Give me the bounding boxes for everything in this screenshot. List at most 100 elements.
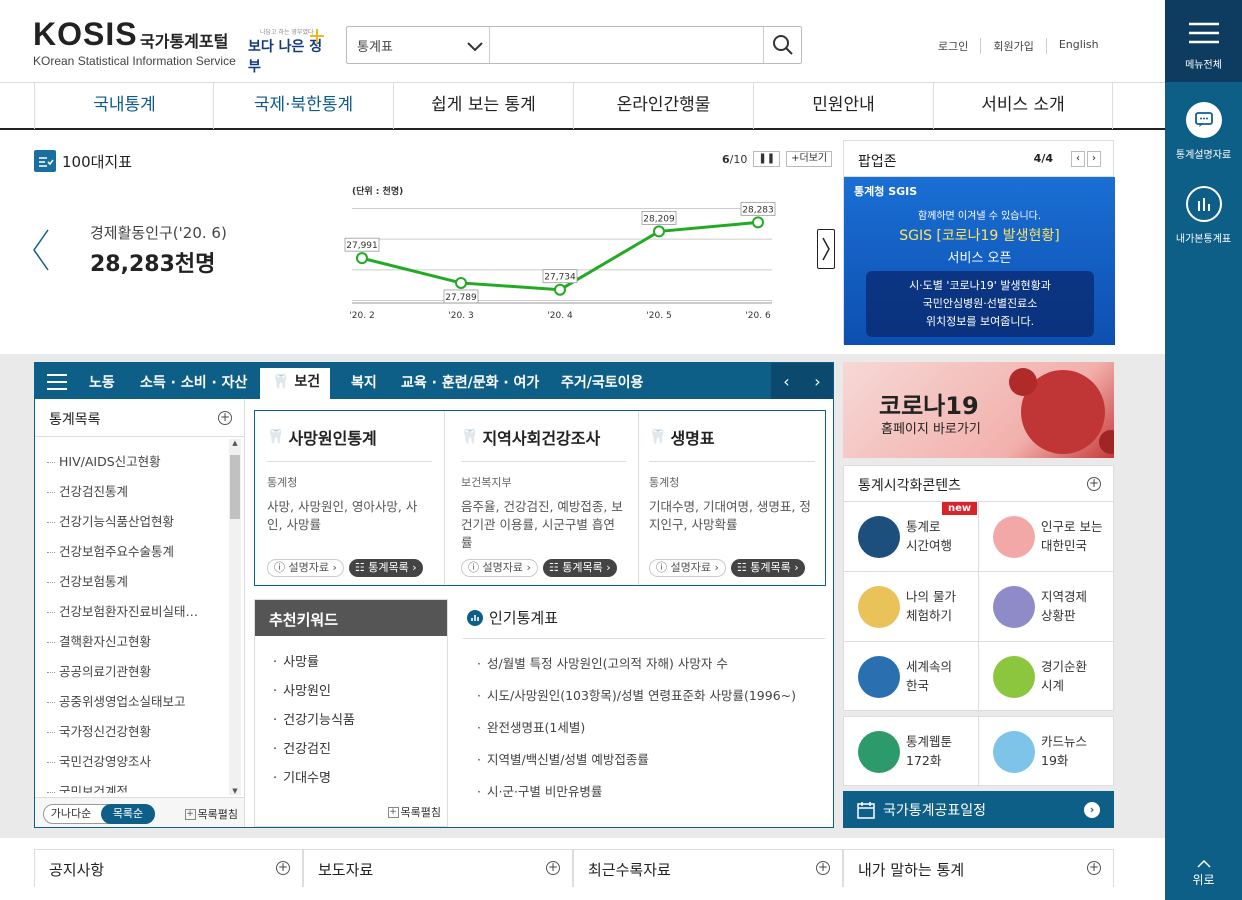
cardnews-item[interactable]: 카드뉴스 19화 (979, 717, 1114, 787)
visual-item[interactable]: 지역경제 상황판 (979, 572, 1114, 642)
time-travel-icon (858, 516, 900, 558)
more-button[interactable]: +더보기 (786, 151, 833, 167)
tab-prev-icon[interactable]: ‹ (783, 372, 789, 391)
popup-next-button[interactable]: › (1087, 151, 1101, 167)
nav-civil-service[interactable]: 민원안내 (753, 83, 933, 129)
popular-item[interactable]: 시도/사망원인(103항목)/성별 연령표준화 사망률(1996~) (477, 685, 811, 717)
list-item[interactable]: 결핵환자신고현황 (35, 629, 225, 659)
prev-indicator-arrow-icon[interactable] (30, 228, 52, 272)
x-tick-label: '20. 6 (745, 311, 771, 321)
scroll-thumb[interactable] (230, 455, 240, 519)
popular-item[interactable]: 지역별/백신별/성별 예방접종률 (477, 749, 811, 781)
nav-international[interactable]: 국제·북한통계 (213, 83, 393, 129)
list-item[interactable]: 공중위생영업소실태보고 (35, 689, 225, 719)
login-link[interactable]: 로그인 (938, 38, 980, 54)
scroll-down-icon[interactable]: ▼ (229, 787, 241, 795)
plus-icon[interactable]: + (816, 861, 830, 875)
search-icon (772, 35, 793, 55)
survey-card[interactable]: 🦷 사망원인통계 통계청 사망, 사망원인, 영아사망, 사인, 사망률 ⓘ 설명… (255, 411, 445, 585)
release-schedule-button[interactable]: 국가통계공표일정 › (843, 791, 1114, 828)
hamburger-icon[interactable] (47, 374, 67, 390)
survey-card[interactable]: 🦷 생명표 통계청 기대수명, 기대여명, 생명표, 정지인구, 사망확률 ⓘ 설… (637, 411, 827, 585)
popular-item[interactable]: 성/월별 특정 사망원인(고의적 자해) 사망자 수 (477, 653, 811, 685)
explain-button[interactable]: ⓘ 설명자료 › (649, 559, 726, 577)
keyword-item[interactable]: 사망률 (273, 648, 429, 677)
english-link[interactable]: English (1045, 38, 1111, 54)
visual-item[interactable]: 통계로 시간여행 new (844, 502, 979, 572)
webtoon-item[interactable]: 통계웹툰 172화 (844, 717, 979, 787)
data-label: 28,209 (643, 214, 675, 224)
plus-icon[interactable]: + (218, 411, 232, 425)
list-item[interactable]: HIV/AIDS신고현황 (35, 449, 225, 479)
keyword-item[interactable]: 기대수명 (273, 764, 429, 793)
scroll-top-button[interactable]: 위로 (1165, 859, 1242, 888)
kosis-logo[interactable]: KOSIS (33, 16, 138, 53)
list-scrollbar[interactable]: ▲ ▼ (229, 439, 241, 795)
search-button[interactable] (763, 27, 801, 63)
sgis-brand: 통계청 SGIS (854, 185, 918, 198)
tab-labor[interactable]: 노동 (89, 363, 115, 399)
list-item[interactable]: 건강보험환자진료비실태… (35, 599, 225, 629)
stat-list-expand[interactable]: + 목록펼침 (184, 806, 238, 822)
list-item[interactable]: 국민보건계정 (35, 779, 225, 793)
list-item[interactable]: 건강검진통계 (35, 479, 225, 509)
explain-button[interactable]: ⓘ 설명자료 › (267, 559, 344, 577)
keywords-expand[interactable]: + 목록펼침 (387, 804, 441, 820)
scroll-up-icon[interactable]: ▲ (229, 439, 241, 447)
visual-item[interactable]: 인구로 보는 대한민국 (979, 502, 1114, 572)
stat-explain-button[interactable]: 통계설명자료 (1165, 102, 1242, 161)
sort-alpha[interactable]: 가나다순 (44, 805, 98, 823)
next-indicator-button[interactable] (817, 229, 835, 269)
sgis-popup-banner[interactable]: 통계청 SGIS 함께하면 이겨낼 수 있습니다. SGIS [코로나19 발생… (844, 177, 1115, 345)
tab-next-icon[interactable]: › (814, 372, 820, 391)
plus-icon[interactable]: + (546, 861, 560, 875)
list-item[interactable]: 건강보험통계 (35, 569, 225, 599)
keyword-item[interactable]: 건강기능식품 (273, 706, 429, 735)
list-item[interactable]: 국민건강영양조사 (35, 749, 225, 779)
sort-order[interactable]: 목록순 (101, 804, 155, 824)
data-point (653, 225, 665, 238)
plus-icon[interactable]: + (1087, 861, 1101, 875)
visual-item[interactable]: 나의 물가 체험하기 (844, 572, 979, 642)
list-item[interactable]: 국가정신건강현황 (35, 719, 225, 749)
my-stats-button[interactable]: 내가본통계표 (1165, 186, 1242, 245)
survey-card[interactable]: 🦷 지역사회건강조사 보건복지부 음주율, 건강검진, 예방접종, 보건기관 이용… (449, 411, 639, 585)
plus-icon[interactable]: + (1087, 477, 1101, 491)
nav-publications[interactable]: 온라인간행물 (573, 83, 753, 129)
nav-about[interactable]: 서비스 소개 (933, 83, 1113, 129)
signup-link[interactable]: 회원가입 (980, 38, 1045, 54)
all-menu-button[interactable]: 메뉴전체 (1165, 0, 1242, 82)
plus-icon[interactable]: + (276, 861, 290, 875)
nav-domestic[interactable]: 국내통계 (34, 83, 214, 129)
pause-button[interactable]: ❚❚ (753, 151, 781, 167)
card-title: 생명표 (670, 429, 715, 448)
tab-welfare[interactable]: 복지 (351, 363, 377, 399)
calendar-icon (857, 801, 875, 819)
keyword-item[interactable]: 사망원인 (273, 677, 429, 706)
explain-button[interactable]: ⓘ 설명자료 › (461, 559, 538, 577)
list-item[interactable]: 공공의료기관현황 (35, 659, 225, 689)
visual-item[interactable]: 경기순환 시계 (979, 642, 1114, 712)
stat-list-button[interactable]: ☷ 통계목록 › (348, 559, 423, 577)
nav-easy-stats[interactable]: 쉽게 보는 통계 (393, 83, 573, 129)
popular-item[interactable]: 시·군·구별 비만유병률 (477, 781, 811, 813)
chevron-down-icon[interactable] (465, 36, 485, 56)
stat-list-button[interactable]: ☷ 통계목록 › (730, 559, 805, 577)
sort-toggle[interactable]: 가나다순 목록순 (43, 804, 155, 824)
tab-health[interactable]: 🦷 보건 (260, 368, 331, 399)
tab-income[interactable]: 소득 · 소비 · 자산 (140, 363, 247, 399)
visual-item[interactable]: 세계속의 한국 (844, 642, 979, 712)
covid-banner[interactable]: 코로나19 홈페이지 바로가기 (843, 362, 1114, 458)
tab-education[interactable]: 교육 · 훈련/문화 · 여가 (401, 363, 539, 399)
popup-prev-button[interactable]: ‹ (1071, 151, 1085, 167)
popular-item[interactable]: 완전생명표(1세별) (477, 717, 811, 749)
list-item[interactable]: 건강보험주요수술통계 (35, 539, 225, 569)
stat-list-button[interactable]: ☷ 통계목록 › (542, 559, 617, 577)
list-item[interactable]: 건강기능식품산업현황 (35, 509, 225, 539)
webtoon-icon (858, 731, 900, 773)
search-input[interactable] (492, 31, 762, 59)
tooth-icon: 🦷 (267, 429, 285, 445)
keyword-item[interactable]: 건강검진 (273, 735, 429, 764)
card-org: 보건복지부 (461, 476, 512, 489)
tab-housing[interactable]: 주거/국토이용 (561, 363, 643, 399)
